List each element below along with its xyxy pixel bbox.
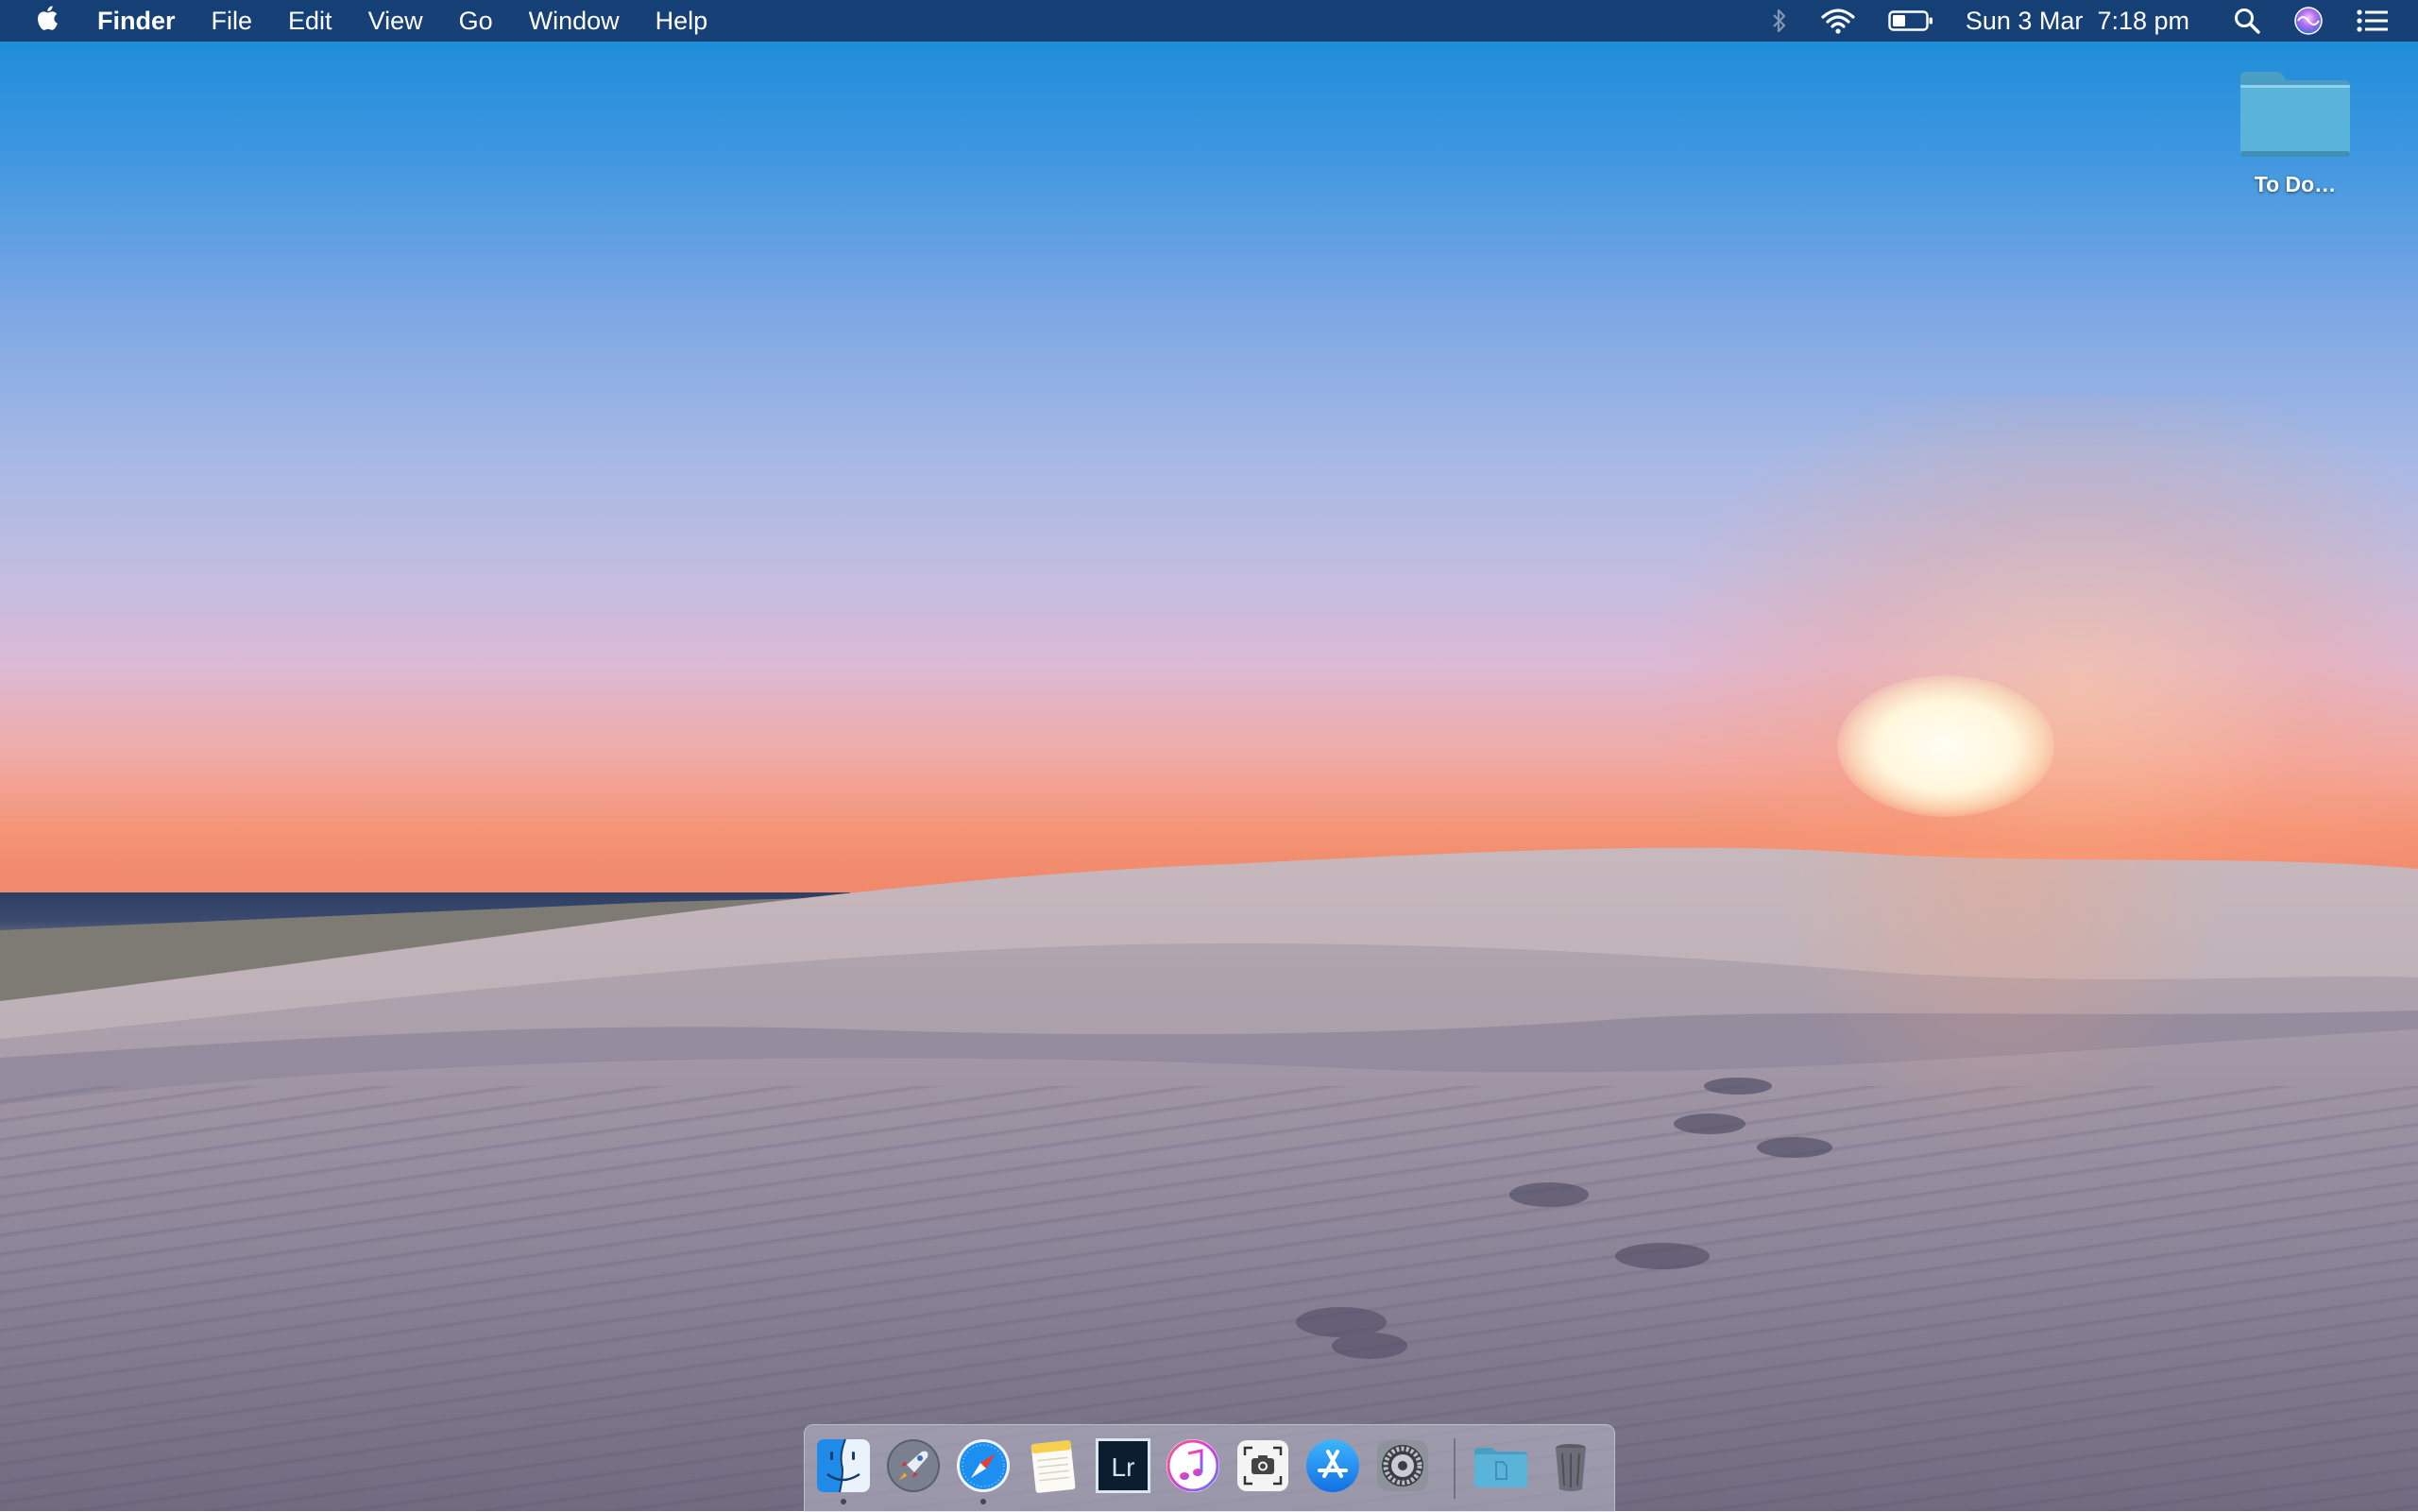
spotlight-search-icon[interactable] [2233,7,2261,35]
siri-icon[interactable] [2293,6,2324,36]
menu-bar: Finder File Edit View Go Window Help Sun… [0,0,2418,42]
finder-icon [814,1436,873,1495]
app-store-icon [1303,1436,1362,1495]
notification-center-icon[interactable] [2356,8,2390,33]
sun-rays [1776,850,2229,1162]
clock-date: Sun 3 Mar [1965,6,2084,35]
dock-itunes[interactable] [1164,1436,1222,1495]
apple-logo-icon [34,4,59,39]
notes-icon [1024,1436,1082,1495]
dock-separator [1454,1438,1456,1499]
dock-safari[interactable] [954,1436,1013,1495]
menu-clock[interactable]: Sun 3 Mar 7:18 pm [1966,7,2189,36]
menu-file[interactable]: File [194,7,271,36]
dock-finder[interactable] [814,1436,873,1495]
menu-go[interactable]: Go [441,7,511,36]
dock-lightroom[interactable]: Lr [1094,1436,1152,1495]
documents-folder-icon [1472,1436,1530,1495]
dock-app-store[interactable] [1303,1436,1362,1495]
clock-time: 7:18 pm [2097,6,2189,35]
dock-screenshot[interactable] [1234,1436,1292,1495]
running-indicator [980,1499,986,1504]
bluetooth-icon[interactable] [1771,8,1788,34]
itunes-icon [1164,1436,1222,1495]
battery-icon[interactable] [1888,9,1933,32]
running-indicator [841,1499,846,1504]
menu-app-name[interactable]: Finder [79,7,194,36]
desktop-item-label: To Do… [2254,172,2337,196]
desktop-item-to-do-folder[interactable]: To Do… [2229,66,2361,197]
apple-menu[interactable] [0,4,79,39]
safari-icon [954,1436,1013,1495]
dock-documents-folder[interactable] [1472,1436,1530,1495]
lightroom-icon: Lr [1094,1436,1152,1495]
dock-system-preferences[interactable] [1373,1436,1432,1495]
launchpad-icon [884,1436,943,1495]
dock-launchpad[interactable] [884,1436,943,1495]
lightroom-icon-text: Lr [1112,1453,1135,1482]
menu-help[interactable]: Help [638,7,726,36]
menu-window[interactable]: Window [511,7,638,36]
dock: Lr [804,1424,1615,1512]
menu-view[interactable]: View [350,7,441,36]
dock-notes[interactable] [1024,1436,1082,1495]
system-preferences-icon [1373,1436,1432,1495]
screenshot-icon [1234,1436,1292,1495]
desktop-wallpaper [0,0,2418,1511]
dock-trash[interactable] [1541,1436,1600,1495]
wifi-icon[interactable] [1820,7,1856,35]
menu-edit[interactable]: Edit [270,7,350,36]
folder-icon [2229,66,2361,161]
trash-icon [1541,1436,1600,1495]
